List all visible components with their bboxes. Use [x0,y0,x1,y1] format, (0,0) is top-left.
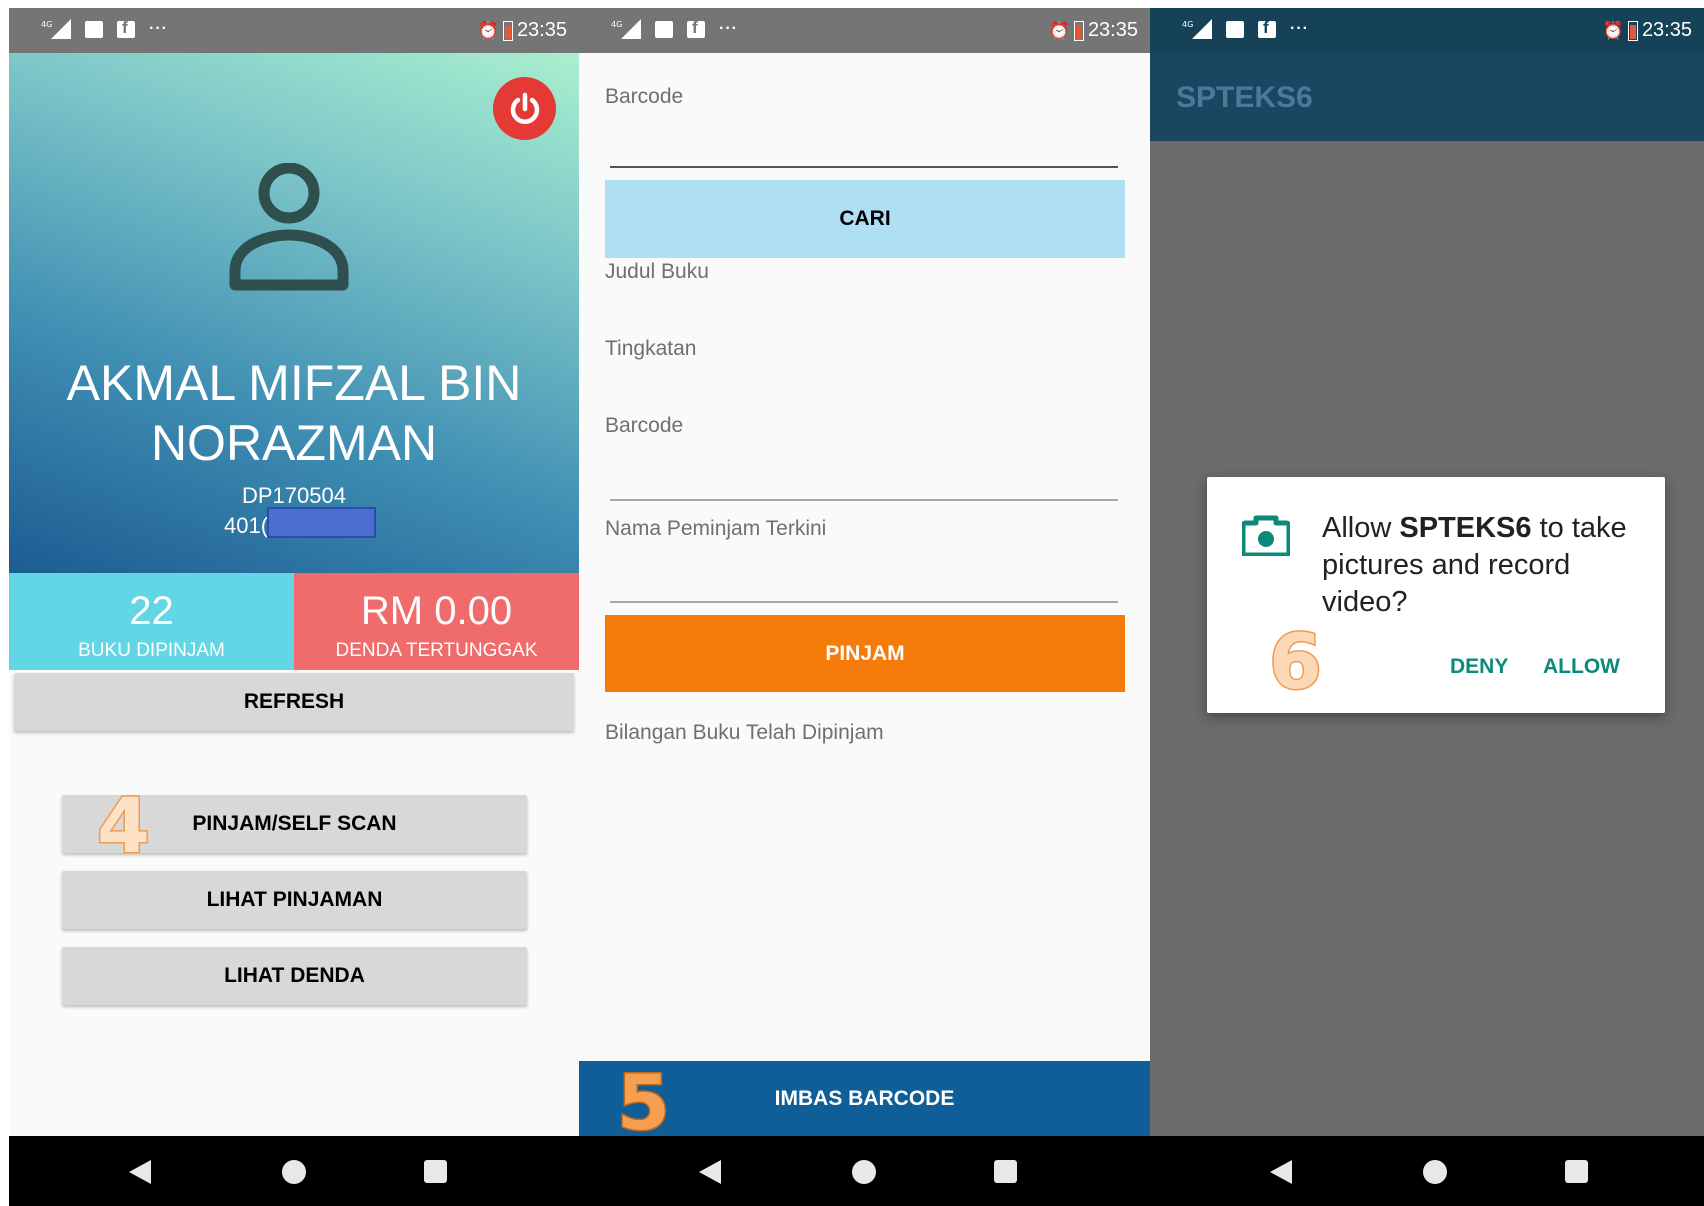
permission-app-name: SPTEKS6 [1399,512,1532,544]
back-icon[interactable] [699,1160,721,1184]
image-icon [1226,20,1244,38]
image-icon [85,20,103,38]
battery-icon [502,20,513,41]
recents-icon[interactable] [424,1160,447,1183]
navigation-bar [1150,1136,1704,1206]
recents-icon[interactable] [1565,1160,1588,1183]
redaction-box [267,507,376,538]
barcode-search-label: Barcode [605,85,684,108]
battery-icon [1627,20,1638,41]
back-icon[interactable] [129,1160,151,1184]
alarm-icon: ⏰ [1048,20,1070,40]
profile-header: AKMAL MIFZAL BIN NORAZMAN DP170504 401( [9,53,579,573]
ic-number: 401( [224,513,269,538]
user-icon [227,162,352,298]
clock: 23:35 [1641,19,1692,41]
home-icon[interactable] [282,1160,306,1184]
student-name: AKMAL MIFZAL BIN NORAZMAN [66,355,522,471]
student-id: DP170504 [242,483,346,508]
facebook-icon [117,18,135,38]
books-borrowed-label: BUKU DIPINJAM [78,640,225,661]
deny-button[interactable]: DENY [1450,655,1508,679]
navigation-bar [579,1136,1150,1206]
search-button[interactable]: CARI [605,180,1125,258]
step-marker: 6 [1268,616,1324,708]
current-borrower-label: Nama Peminjam Terkini [605,517,827,540]
app-bar: SPTEKS6 [1150,53,1704,141]
borrow-screen: 4G ··· ⏰ 23:35 Barcode CARI Judul Buku T… [579,8,1150,1206]
facebook-icon [1258,18,1276,38]
more-notifications: ··· [719,20,738,37]
home-icon[interactable] [852,1160,876,1184]
outstanding-fine-label: DENDA TERTUNGGAK [335,640,538,661]
outstanding-fine-amount: RM 0.00 [360,589,513,633]
current-borrower-field[interactable] [610,601,1118,603]
alarm-icon: ⏰ [477,20,499,40]
recents-icon[interactable] [994,1160,1017,1183]
form-level-label: Tingkatan [605,337,697,360]
facebook-icon [687,18,705,38]
status-bar: 4G ··· ⏰ 23:35 [579,8,1150,53]
book-title-label: Judul Buku [605,260,709,283]
navigation-bar [9,1136,579,1206]
camera-icon [1240,514,1292,561]
signal-icon: 4G [611,19,641,39]
svg-text:4G: 4G [1182,20,1193,29]
step-marker: 5 [616,1057,672,1149]
barcode-search-input[interactable] [610,166,1118,168]
permission-screen: 4G ··· ⏰ 23:35 SPTEKS6 Allow SPTEKS6 to … [1150,8,1704,1206]
outstanding-fine-stat: RM 0.00 DENDA TERTUNGGAK [294,573,579,670]
battery-icon [1073,20,1084,41]
svg-text:4G: 4G [611,20,622,29]
power-icon [510,92,539,124]
back-icon[interactable] [1270,1160,1292,1184]
barcode-label: Barcode [605,414,684,437]
step-marker: 4 [96,780,152,872]
borrow-button[interactable]: PINJAM [605,615,1125,692]
status-bar: 4G ··· ⏰ 23:35 [1150,8,1704,53]
camera-permission-dialog: Allow SPTEKS6 to take pictures and recor… [1207,477,1665,713]
signal-icon: 4G [41,19,71,39]
barcode-field[interactable] [610,499,1118,501]
view-loans-button[interactable]: LIHAT PINJAMAN [62,871,527,929]
refresh-button[interactable]: REFRESH [14,673,574,731]
allow-button[interactable]: ALLOW [1543,655,1620,679]
status-bar: 4G ··· ⏰ 23:35 [9,8,579,53]
books-borrowed-count-label: Bilangan Buku Telah Dipinjam [605,721,884,744]
view-fines-button[interactable]: LIHAT DENDA [62,947,527,1005]
clock: 23:35 [1087,19,1138,41]
app-title: SPTEKS6 [1176,81,1313,114]
alarm-icon: ⏰ [1602,20,1624,40]
logout-button[interactable] [493,77,556,140]
profile-screen: 4G ··· ⏰ 23:35 AKMAL MIFZAL BIN NORAZMAN [9,8,579,1206]
books-borrowed-stat: 22 BUKU DIPINJAM [9,573,294,670]
more-notifications: ··· [149,20,168,37]
home-icon[interactable] [1423,1160,1447,1184]
image-icon [655,20,673,38]
signal-icon: 4G [1182,19,1212,39]
clock: 23:35 [516,19,567,41]
permission-message: Allow SPTEKS6 to take pictures and recor… [1322,512,1627,618]
svg-text:4G: 4G [41,20,52,29]
books-borrowed-count: 22 [129,589,174,633]
more-notifications: ··· [1290,20,1309,37]
